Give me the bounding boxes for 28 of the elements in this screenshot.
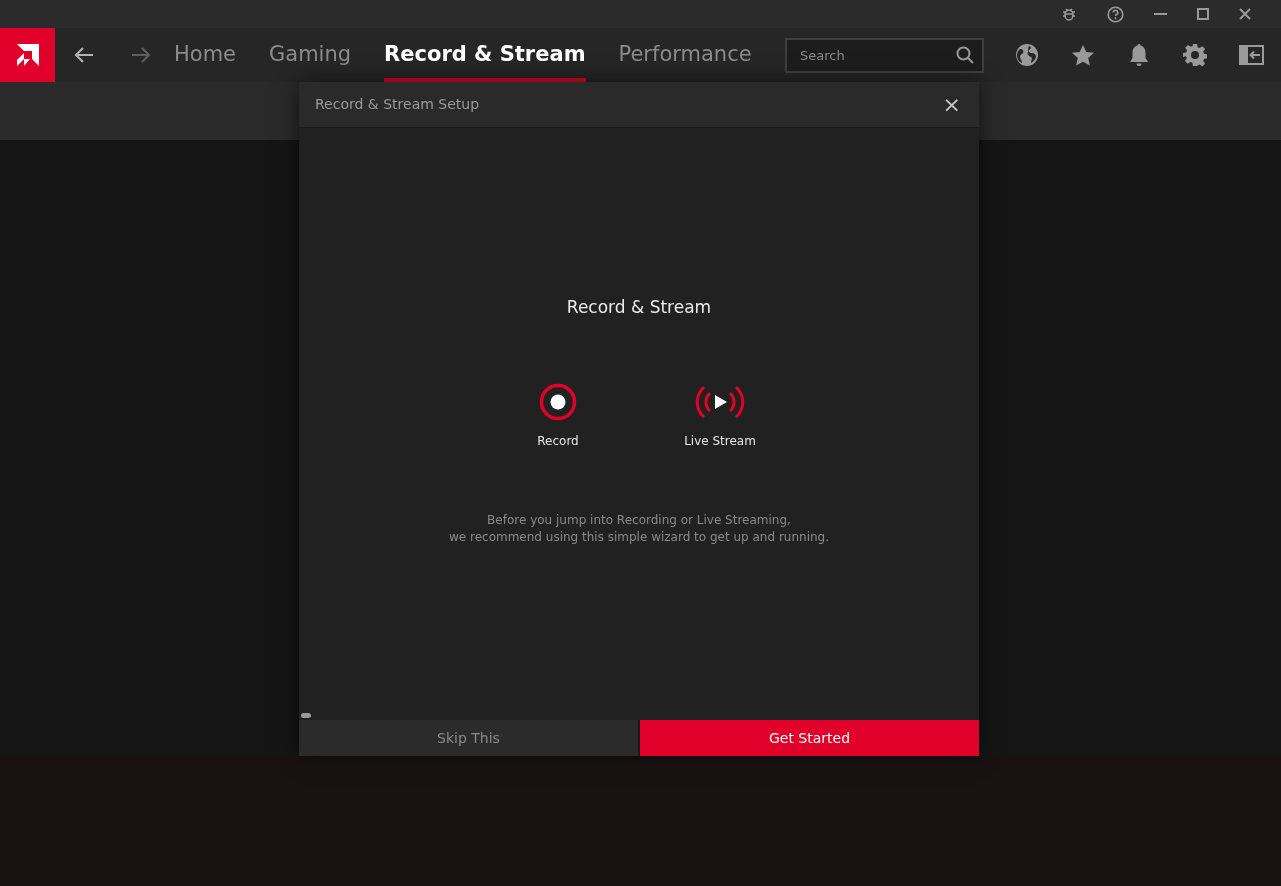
help-icon[interactable] [1107,5,1124,23]
close-icon[interactable] [1239,8,1251,20]
nav-tab[interactable]: Gaming [269,28,352,82]
dialog-title: Record & Stream Setup [315,95,480,114]
mode-option[interactable]: Record [512,382,604,450]
skip-button[interactable]: Skip This [299,720,638,756]
get-started-button[interactable]: Get Started [640,720,979,756]
globe-icon[interactable] [1015,43,1039,67]
bug-icon[interactable] [1061,6,1077,22]
maximize-icon[interactable] [1197,8,1209,20]
app-logo[interactable] [0,28,55,82]
nav-tab[interactable]: Home [174,28,236,82]
star-icon[interactable] [1071,43,1095,67]
sidebar-toggle-icon[interactable] [1239,45,1264,65]
option-label: Record [537,432,579,450]
dialog-heading: Record & Stream [566,296,712,319]
mode-option[interactable]: Live Stream [674,382,766,450]
option-label: Live Stream [684,432,756,450]
close-button[interactable]: × [940,93,963,116]
nav-tab[interactable]: Performance [618,28,752,82]
bell-icon[interactable] [1127,43,1151,67]
record-icon [539,382,577,421]
back-arrow-icon[interactable] [74,46,94,64]
search-icon[interactable] [956,45,974,64]
search-field[interactable]: Search [785,37,984,73]
description-text: Before you jump into Recording or Live Streaming, we recommend using this simple wizard to get up and running. [448,511,830,546]
minimize-icon[interactable] [1154,12,1167,16]
settings-icon[interactable] [1183,43,1207,67]
